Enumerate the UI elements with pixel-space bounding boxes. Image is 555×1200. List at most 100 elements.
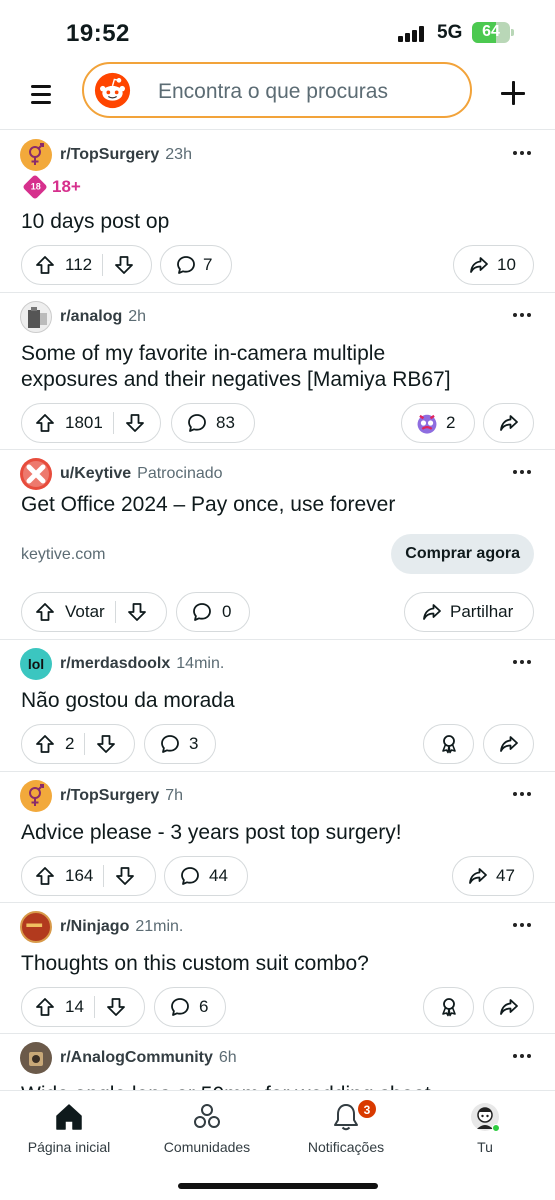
subreddit-avatar[interactable] (20, 301, 52, 333)
subreddit-name[interactable]: r/merdasdoolx (60, 655, 170, 673)
downvote-icon[interactable] (113, 254, 135, 276)
award-button[interactable] (423, 724, 474, 764)
comments-button[interactable]: 0 (176, 592, 250, 632)
nsfw-tag: 18 18+ (22, 174, 81, 200)
share-button[interactable] (483, 724, 534, 764)
feed-post[interactable]: r/Ninjago 21min. Thoughts on this custom… (0, 903, 555, 1034)
share-button[interactable] (483, 987, 534, 1027)
feed-post[interactable]: r/analog 2h Some of my favorite in-camer… (0, 293, 555, 450)
subreddit-name[interactable]: r/TopSurgery (60, 146, 159, 164)
comment-icon (181, 867, 199, 885)
downvote-icon[interactable] (124, 412, 146, 434)
comment-count: 0 (222, 602, 232, 621)
tab-profile[interactable]: Tu (420, 1101, 550, 1161)
post-header: u/Keytive Patrocinado (20, 458, 223, 490)
profile-avatar-icon (471, 1103, 500, 1132)
award-button[interactable] (423, 987, 474, 1027)
subreddit-avatar[interactable] (20, 780, 52, 812)
upvote-icon[interactable] (34, 865, 56, 887)
feed-post[interactable]: r/TopSurgery 23h 18 18+ 10 days post op … (0, 131, 555, 293)
share-button[interactable] (483, 403, 534, 443)
more-options-icon[interactable] (513, 792, 533, 798)
subreddit-avatar[interactable]: lol (20, 648, 52, 680)
nsfw-label: 18+ (52, 177, 81, 196)
create-post-button[interactable] (500, 80, 526, 106)
more-options-icon[interactable] (513, 151, 533, 157)
home-feed[interactable]: r/TopSurgery 23h 18 18+ 10 days post op … (0, 131, 555, 1090)
upvote-icon[interactable] (34, 254, 56, 276)
share-button[interactable]: Partilhar (404, 592, 534, 632)
share-button[interactable]: 47 (452, 856, 534, 896)
subreddit-avatar[interactable] (20, 1042, 52, 1074)
comments-button[interactable]: 7 (160, 245, 232, 285)
post-header: lol r/merdasdoolx 14min. (20, 648, 224, 680)
feed-post[interactable]: r/TopSurgery 7h Advice please - 3 years … (0, 772, 555, 903)
comment-icon (161, 735, 179, 753)
subreddit-name[interactable]: r/TopSurgery (60, 787, 159, 805)
more-options-icon[interactable] (513, 470, 533, 476)
tab-communities[interactable]: Comunidades (142, 1101, 272, 1161)
feed-post[interactable]: r/AnalogCommunity 6h Wide angle lens or … (0, 1034, 555, 1090)
bottom-navigation: Página inicial Comunidades 3 Notificaçõe… (0, 1090, 555, 1200)
menu-button[interactable] (28, 82, 56, 106)
post-title[interactable]: Thoughts on this custom suit combo? (21, 951, 369, 977)
vote-bar: 112 (21, 245, 152, 285)
advertiser-name[interactable]: u/Keytive (60, 465, 131, 483)
post-age: 7h (165, 787, 184, 804)
post-title[interactable]: Some of my favorite in-camera multiple e… (21, 341, 451, 393)
post-age: 14min. (176, 655, 225, 672)
post-age: 2h (128, 308, 147, 325)
ad-domain-link[interactable]: keytive.com (21, 546, 105, 564)
comments-button[interactable]: 83 (171, 403, 255, 443)
subreddit-avatar[interactable] (20, 911, 52, 943)
advertiser-avatar[interactable] (20, 458, 52, 490)
share-icon (469, 868, 487, 884)
subreddit-name[interactable]: r/Ninjago (60, 918, 129, 936)
post-title[interactable]: Não gostou da morada (21, 688, 235, 714)
upvote-icon[interactable] (34, 733, 56, 755)
downvote-icon[interactable] (95, 733, 117, 755)
upvote-count: 2 (65, 734, 75, 753)
comment-count: 83 (216, 413, 235, 432)
vote-bar: 1801 (21, 403, 161, 443)
promoted-label: Patrocinado (137, 465, 223, 482)
post-title[interactable]: Advice please - 3 years post top surgery… (21, 820, 402, 846)
tab-home[interactable]: Página inicial (4, 1101, 134, 1161)
upvote-icon[interactable] (34, 996, 56, 1018)
post-title[interactable]: Get Office 2024 – Pay once, use forever (21, 492, 395, 518)
cellular-signal-icon (398, 26, 428, 42)
network-type: 5G (437, 22, 463, 43)
subreddit-name[interactable]: r/analog (60, 308, 122, 326)
more-options-icon[interactable] (513, 313, 533, 319)
topsurgery-logo-icon (29, 143, 44, 165)
search-bar[interactable]: Encontra o que procuras (82, 62, 472, 118)
upvote-icon[interactable] (34, 601, 56, 623)
ninjago-logo-icon (26, 923, 43, 927)
more-options-icon[interactable] (513, 923, 533, 929)
reddit-logo-icon (94, 72, 131, 109)
upvote-count: 112 (65, 255, 93, 274)
downvote-icon[interactable] (126, 601, 148, 623)
comment-icon (171, 998, 189, 1016)
promoted-post[interactable]: u/Keytive Patrocinado Get Office 2024 – … (0, 450, 555, 640)
more-options-icon[interactable] (513, 660, 533, 666)
downvote-icon[interactable] (114, 865, 136, 887)
post-title[interactable]: 10 days post op (21, 209, 169, 235)
feed-post[interactable]: lol r/merdasdoolx 14min. Não gostou da m… (0, 640, 555, 772)
upvote-icon[interactable] (34, 412, 56, 434)
downvote-icon[interactable] (105, 996, 127, 1018)
post-header: r/Ninjago 21min. (20, 911, 183, 943)
more-options-icon[interactable] (513, 1054, 533, 1060)
subreddit-avatar[interactable] (20, 139, 52, 171)
tab-notifications[interactable]: 3 Notificações (281, 1099, 411, 1161)
comments-button[interactable]: 6 (154, 987, 226, 1027)
post-title[interactable]: Wide angle lens or 50mm for wedding shoo… (21, 1082, 431, 1090)
upvote-count: 164 (65, 866, 94, 885)
comments-button[interactable]: 3 (144, 724, 216, 764)
subreddit-name[interactable]: r/AnalogCommunity (60, 1049, 213, 1067)
tab-label: Comunidades (163, 1139, 251, 1155)
comments-button[interactable]: 44 (164, 856, 248, 896)
awards-button[interactable]: 2 (401, 403, 475, 443)
share-button[interactable]: 10 (453, 245, 534, 285)
ad-cta-button[interactable]: Comprar agora (391, 534, 534, 574)
